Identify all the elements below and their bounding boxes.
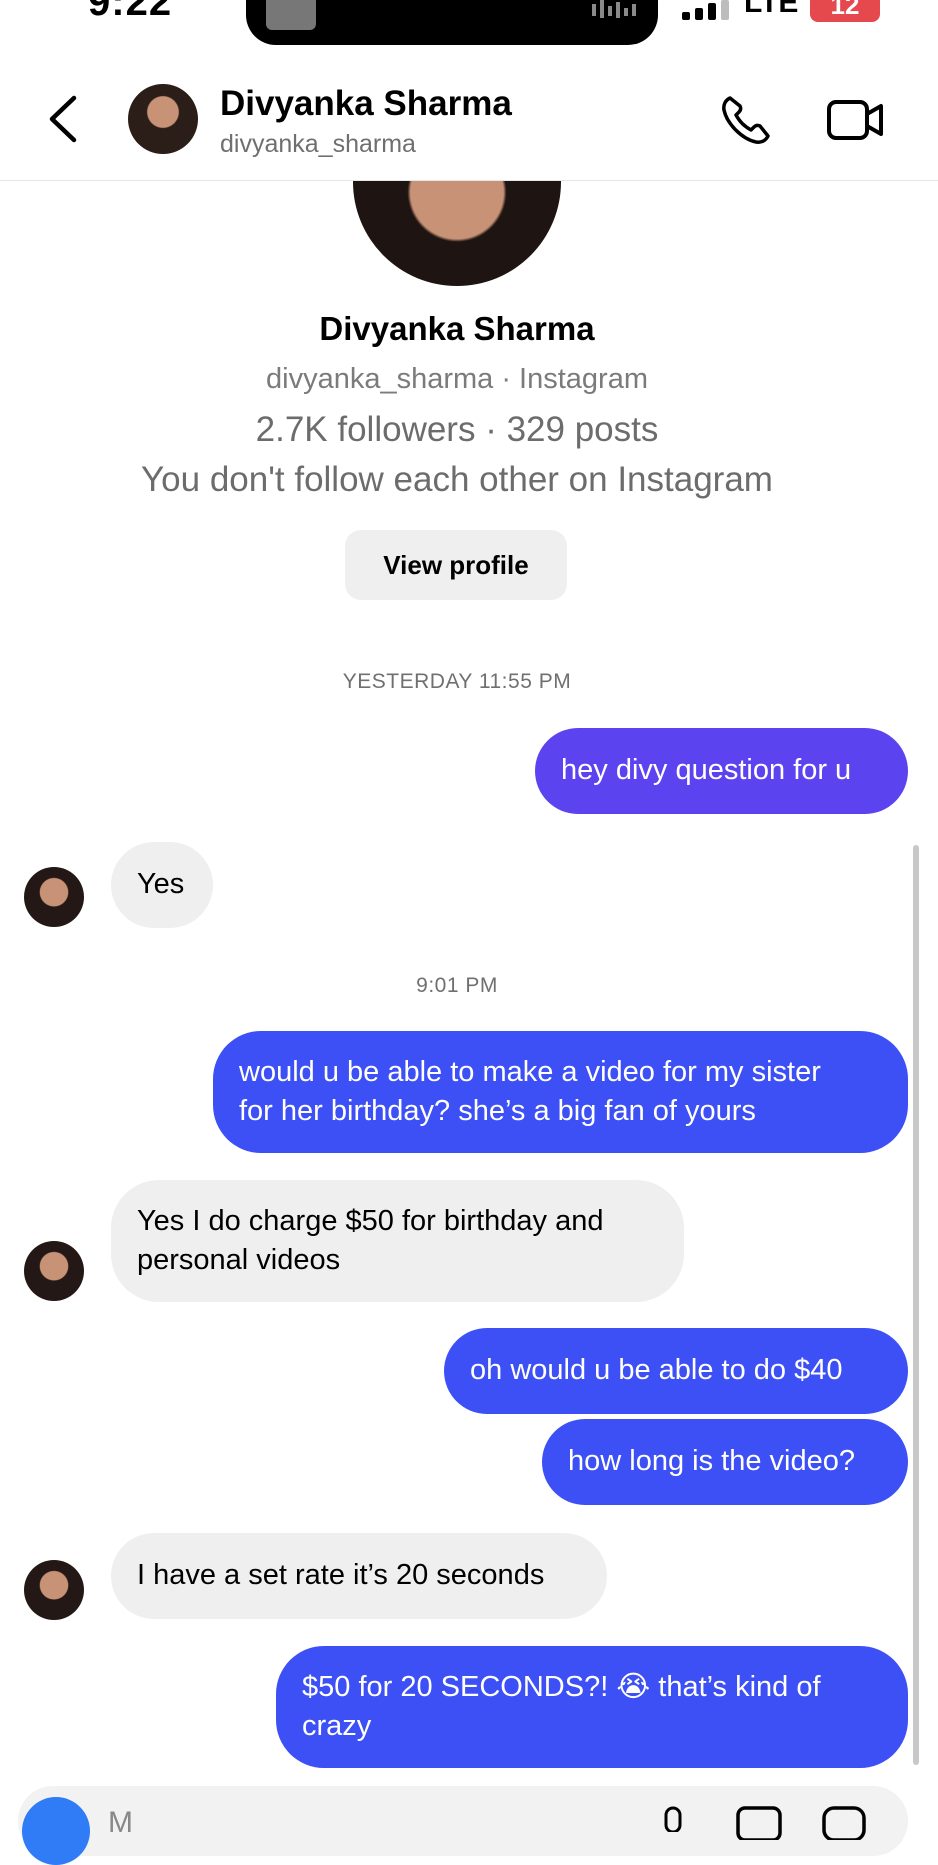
timestamp: YESTERDAY 11:55 PM: [342, 670, 572, 693]
message-bubble-incoming[interactable]: I have a set rate it’s 20 seconds: [111, 1533, 607, 1619]
microphone-icon[interactable]: [660, 1806, 686, 1832]
now-playing-thumbnail: [266, 0, 316, 30]
battery-indicator: 12: [810, 0, 880, 22]
message-bubble-outgoing[interactable]: hey divy question for u: [535, 728, 908, 814]
message-bubble-outgoing[interactable]: how long is the video?: [542, 1419, 908, 1505]
audio-wave-icon: [592, 0, 636, 18]
avatar[interactable]: [24, 1560, 84, 1620]
avatar[interactable]: [24, 867, 84, 927]
message-text: crazy: [302, 1710, 372, 1742]
message-text: Yes: [137, 868, 185, 900]
follow-status: You don't follow each other on Instagram: [141, 460, 773, 499]
message-text: personal videos: [137, 1244, 341, 1276]
message-bubble-incoming[interactable]: Yes I do charge $50 for birthday and per…: [111, 1180, 684, 1302]
profile-photo[interactable]: [353, 181, 561, 286]
status-time: 9:22: [88, 0, 173, 24]
video-camera-icon[interactable]: [826, 96, 884, 144]
sticker-icon[interactable]: [822, 1806, 866, 1840]
message-text: for her birthday? she’s a big fan of you…: [239, 1095, 756, 1127]
contact-username[interactable]: divyanka_sharma: [220, 130, 416, 159]
profile-subtitle: divyanka_sharma · Instagram: [266, 363, 648, 395]
profile-name: Divyanka Sharma: [319, 310, 595, 347]
message-text: $50 for 20 SECONDS?! 😭 that’s kind of: [302, 1671, 821, 1703]
chevron-left-icon[interactable]: [44, 94, 84, 144]
phone-icon[interactable]: [720, 94, 772, 146]
message-text: hey divy question for u: [561, 754, 852, 786]
camera-icon[interactable]: [22, 1797, 90, 1865]
avatar[interactable]: [24, 1241, 84, 1301]
message-bubble-outgoing[interactable]: $50 for 20 SECONDS?! 😭 that’s kind of cr…: [276, 1646, 908, 1768]
message-text: how long is the video?: [568, 1445, 855, 1477]
profile-stats: 2.7K followers · 329 posts: [255, 410, 659, 449]
gallery-icon[interactable]: [736, 1806, 782, 1840]
network-label: LTE: [744, 0, 799, 19]
contact-name[interactable]: Divyanka Sharma: [220, 84, 512, 124]
view-profile-button[interactable]: View profile: [345, 530, 567, 600]
message-text: would u be able to make a video for my s…: [239, 1056, 821, 1088]
signal-bars-icon: [682, 0, 729, 20]
message-bubble-outgoing[interactable]: would u be able to make a video for my s…: [213, 1031, 908, 1153]
message-bubble-incoming[interactable]: Yes: [111, 842, 213, 928]
message-text: oh would u be able to do $40: [470, 1354, 843, 1386]
message-text: Yes I do charge $50 for birthday and: [137, 1205, 604, 1237]
scrollbar[interactable]: [913, 845, 919, 1765]
message-text: I have a set rate it’s 20 seconds: [137, 1559, 545, 1591]
message-bubble-outgoing[interactable]: oh would u be able to do $40: [444, 1328, 908, 1414]
message-input[interactable]: M: [108, 1806, 133, 1840]
avatar[interactable]: [128, 84, 198, 154]
timestamp: 9:01 PM: [416, 974, 498, 997]
